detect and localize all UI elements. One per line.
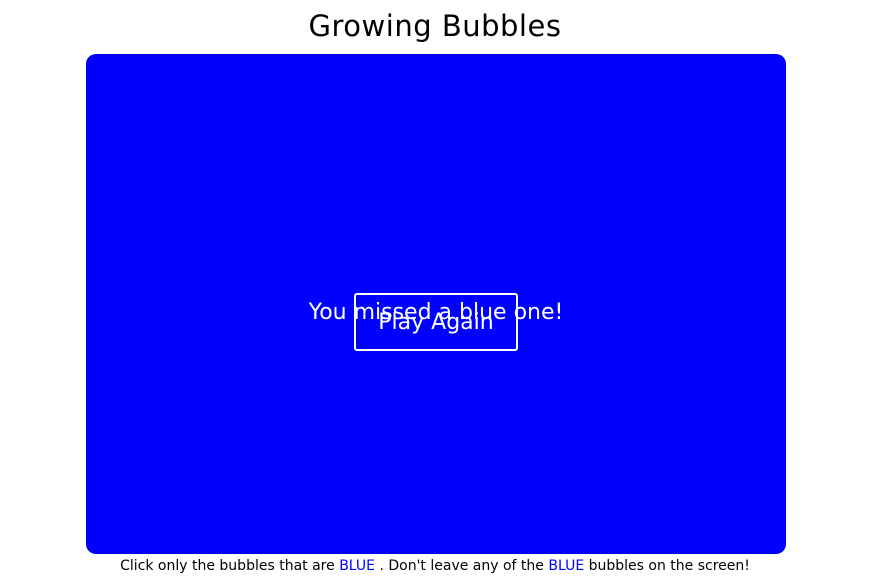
instructions-keyword-2: BLUE	[548, 558, 585, 574]
instructions-keyword-1: BLUE	[339, 558, 375, 574]
game-board[interactable]: You missed a blue one! Play Again	[86, 54, 786, 554]
page-title: Growing Bubbles	[308, 9, 562, 43]
instructions-text: Click only the bubbles that are BLUE . D…	[0, 555, 870, 577]
game-page: Growing Bubbles You missed a blue one! P…	[0, 0, 870, 579]
instructions-part-2: . Don't leave any of the	[379, 558, 544, 574]
instructions-part-3: bubbles on the screen!	[588, 558, 750, 574]
instructions-part-1: Click only the bubbles that are	[120, 558, 335, 574]
play-again-button[interactable]: Play Again	[354, 293, 518, 351]
